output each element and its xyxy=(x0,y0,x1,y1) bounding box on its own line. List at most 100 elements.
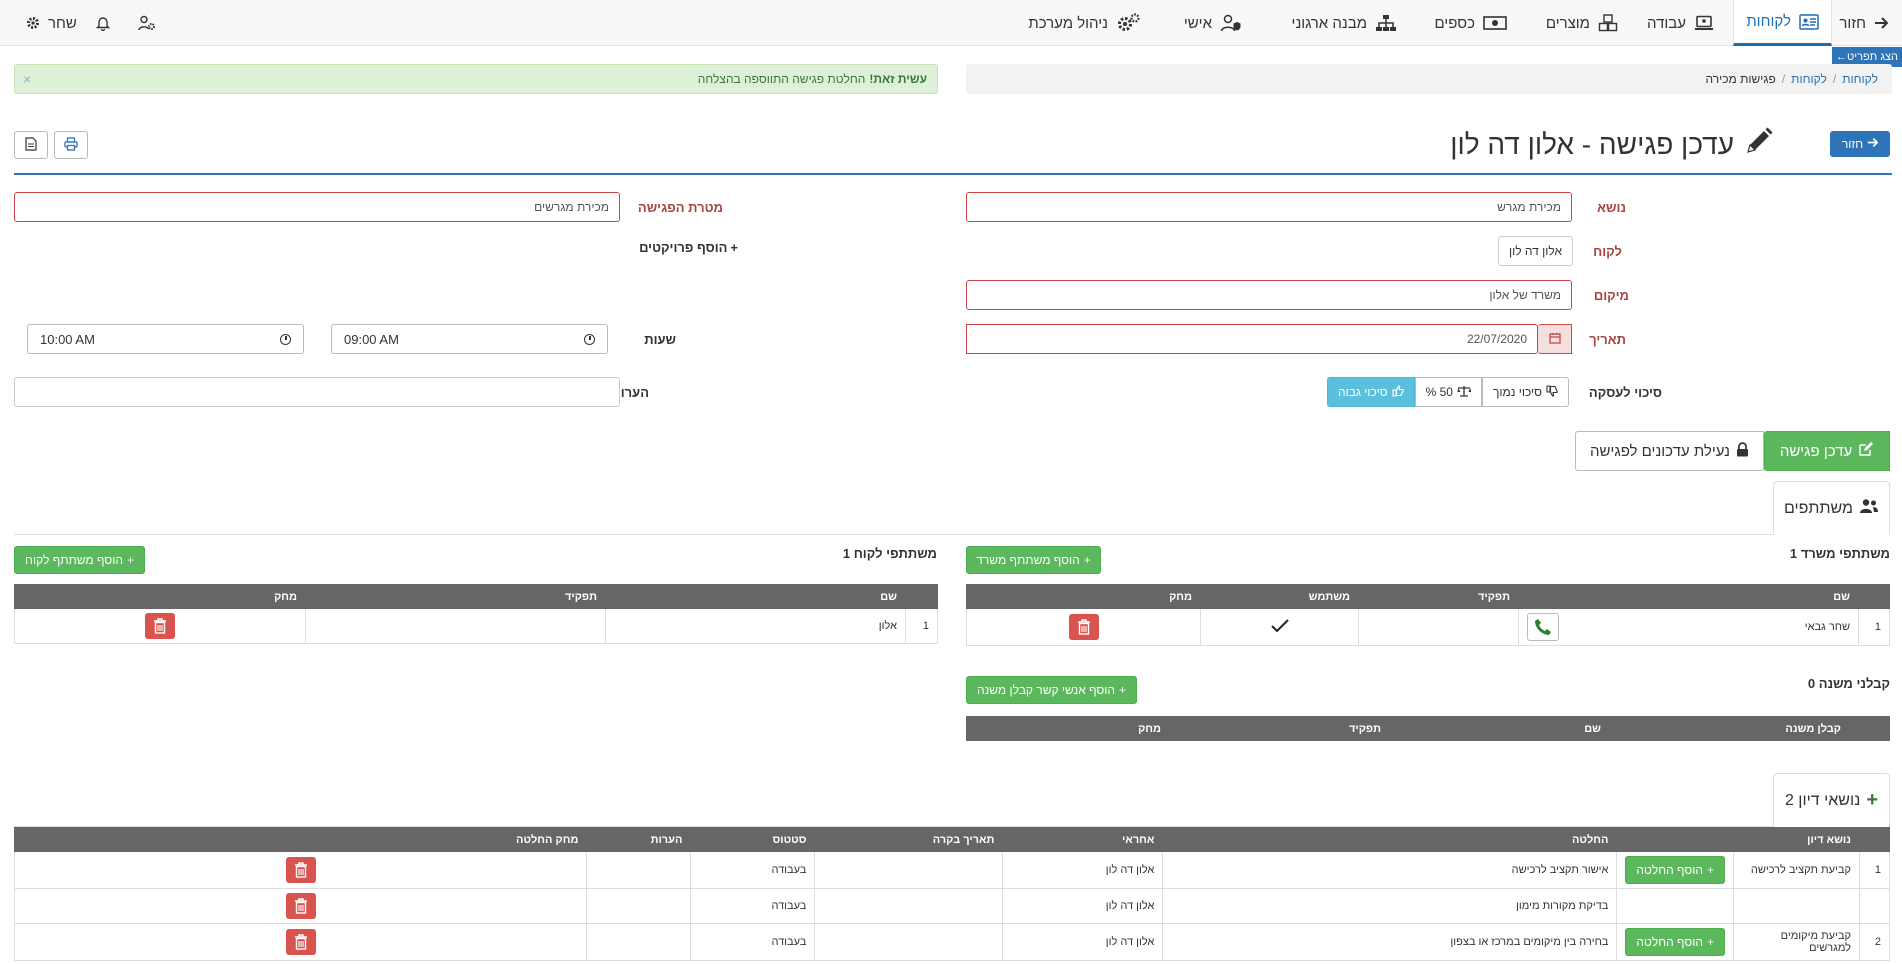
nav-admin[interactable]: ניהול מערכת xyxy=(1028,0,1140,46)
delete-decision-button[interactable] xyxy=(285,893,316,919)
update-meeting-button[interactable]: עדכן פגישה xyxy=(1764,431,1890,471)
delete-cell xyxy=(14,608,306,644)
calendar-icon xyxy=(1548,331,1561,347)
table-row: 1 אלון xyxy=(14,608,938,644)
nav-back[interactable]: חזור xyxy=(1839,0,1888,46)
time-to-input[interactable]: 10:00 AM xyxy=(27,324,304,354)
back-button-label: חזור xyxy=(1841,137,1864,151)
nav-finance[interactable]: כספים xyxy=(1435,0,1507,46)
notifications-button[interactable] xyxy=(96,0,110,46)
table-header-row: שם תפקיד מחק xyxy=(14,584,938,609)
user-shield-icon xyxy=(1220,14,1242,32)
nav-org-label: מבנה ארגוני xyxy=(1291,14,1367,32)
users-icon xyxy=(1859,498,1879,519)
print-icon xyxy=(64,136,78,154)
pencil-icon xyxy=(1744,126,1774,163)
check-icon xyxy=(1270,618,1289,636)
location-input[interactable]: משרד של אלון xyxy=(966,280,1572,310)
tab-topics-label: נושאי דיון 2 xyxy=(1784,791,1861,809)
table-row: בדיקת מקורות מימון אלון דה לון בעבודה xyxy=(13,888,1890,924)
add-customer-participant-button[interactable]: + הוסף משתתף לקוח xyxy=(14,546,145,574)
chance-mid-button[interactable]: 50 % xyxy=(1414,377,1482,407)
add-subcontractor-button[interactable]: + הוסף אנשי קשר קבלן משנה xyxy=(966,676,1137,704)
update-meeting-label: עדכן פגישה xyxy=(1779,442,1853,460)
add-office-participant-button[interactable]: + הוסף משתתף משרד xyxy=(966,546,1101,574)
trash-icon xyxy=(154,618,166,634)
thumbs-down-icon xyxy=(1546,384,1558,400)
add-decision-button[interactable]: + הוסף החלטה xyxy=(1625,928,1725,956)
delete-button[interactable] xyxy=(1068,614,1099,640)
nav-work[interactable]: עבודה xyxy=(1647,0,1714,46)
row-number: 1 xyxy=(905,608,938,644)
decision-cell: בדיקת מקורות מימון xyxy=(1162,888,1618,924)
column-header: שם xyxy=(1389,716,1610,741)
column-header xyxy=(1616,827,1734,852)
delete-button[interactable] xyxy=(145,613,175,639)
chance-high-button[interactable]: סיכוי גבוה xyxy=(1327,377,1415,407)
nav-org[interactable]: מבנה ארגוני xyxy=(1292,0,1397,46)
add-customer-participant-label: הוסף משתתף לקוח xyxy=(25,553,123,567)
row-number: 1 xyxy=(1859,851,1890,889)
tab-participants[interactable]: משתתפים xyxy=(1773,481,1890,535)
delete-decision-button[interactable] xyxy=(285,857,316,883)
column-header: מחק xyxy=(966,584,1201,609)
close-icon[interactable]: × xyxy=(23,71,31,87)
back-button[interactable]: חזור xyxy=(1830,131,1890,157)
breadcrumb-link[interactable]: לקוחות xyxy=(1842,72,1878,86)
notes-cell xyxy=(586,888,692,924)
time-from-input[interactable]: 09:00 AM xyxy=(331,324,608,354)
participant-role xyxy=(1358,608,1519,646)
add-decision-button[interactable]: + הוסף החלטה xyxy=(1625,856,1725,884)
nav-work-label: עבודה xyxy=(1647,14,1686,32)
clock-icon xyxy=(280,333,291,345)
office-participants-table: שם תפקיד משתמש מחק 1 שחר גבאי xyxy=(966,584,1890,646)
chance-low-button[interactable]: סיכוי נמוך xyxy=(1481,377,1570,407)
column-header: משתמש xyxy=(1200,584,1359,609)
row-number: 1 xyxy=(1858,608,1890,646)
edit-icon xyxy=(1858,441,1874,461)
tab-topics[interactable]: + נושאי דיון 2 xyxy=(1773,773,1890,827)
office-participants-title: משתתפי משרד 1 xyxy=(1789,546,1890,561)
arrow-right-icon xyxy=(1867,137,1879,151)
chance-low-label: סיכוי נמוך xyxy=(1492,385,1543,399)
subject-input[interactable]: מכירת מגרש xyxy=(966,192,1572,222)
customer-chip[interactable]: אלון דה לון xyxy=(1498,236,1574,266)
column-header: אחראי xyxy=(1002,827,1164,852)
date-input[interactable]: 22/07/2020 xyxy=(966,324,1538,354)
print-button[interactable] xyxy=(54,131,88,159)
nav-admin-label: ניהול מערכת xyxy=(1028,14,1108,32)
user-settings-button[interactable] xyxy=(138,0,156,46)
add-decision-label: הוסף החלטה xyxy=(1636,935,1703,949)
row-number: 2 xyxy=(1859,923,1890,961)
column-header: קבלן משנה xyxy=(1609,716,1850,741)
nav-personal[interactable]: אישי xyxy=(1184,0,1242,46)
column-header: מחק xyxy=(966,716,1170,741)
chance-mid-label: 50 % xyxy=(1425,385,1453,399)
nav-back-label: חזור xyxy=(1839,14,1866,32)
goal-label: מטרת הפגישה xyxy=(637,200,723,215)
add-projects-label: הוסף פרויקטים xyxy=(639,240,728,255)
row-number xyxy=(1859,888,1890,924)
notes-cell xyxy=(586,851,692,889)
calendar-button[interactable] xyxy=(1538,324,1572,354)
delete-decision-button[interactable] xyxy=(285,929,316,955)
nav-products[interactable]: מוצרים xyxy=(1546,0,1618,46)
notes-input[interactable] xyxy=(14,377,620,407)
cubes-icon xyxy=(1598,14,1618,32)
add-projects-button[interactable]: + הוסף פרויקטים xyxy=(639,240,738,255)
chance-toggle-group: סיכוי נמוך 50 % סיכוי גבוה xyxy=(1327,377,1570,407)
nav-user-menu[interactable]: שחר xyxy=(26,0,77,46)
breadcrumb-link[interactable]: לקוחות xyxy=(1791,72,1827,86)
review-date-cell xyxy=(814,888,1004,924)
export-button[interactable] xyxy=(14,131,48,159)
goal-input[interactable]: מכירת מגרשים xyxy=(14,192,620,222)
breadcrumb: לקוחות / לקוחות / פגישות מכירה xyxy=(966,64,1892,94)
trash-icon xyxy=(294,934,307,950)
column-header: שם xyxy=(605,584,906,609)
hours-label: שעות xyxy=(644,332,676,347)
nav-customers[interactable]: לקוחות xyxy=(1733,0,1832,46)
lock-updates-button[interactable]: נעילת עדכונים לפגישה xyxy=(1575,431,1764,471)
nav-products-label: מוצרים xyxy=(1545,14,1590,32)
plus-icon: + xyxy=(126,553,134,567)
phone-button[interactable] xyxy=(1527,613,1559,641)
